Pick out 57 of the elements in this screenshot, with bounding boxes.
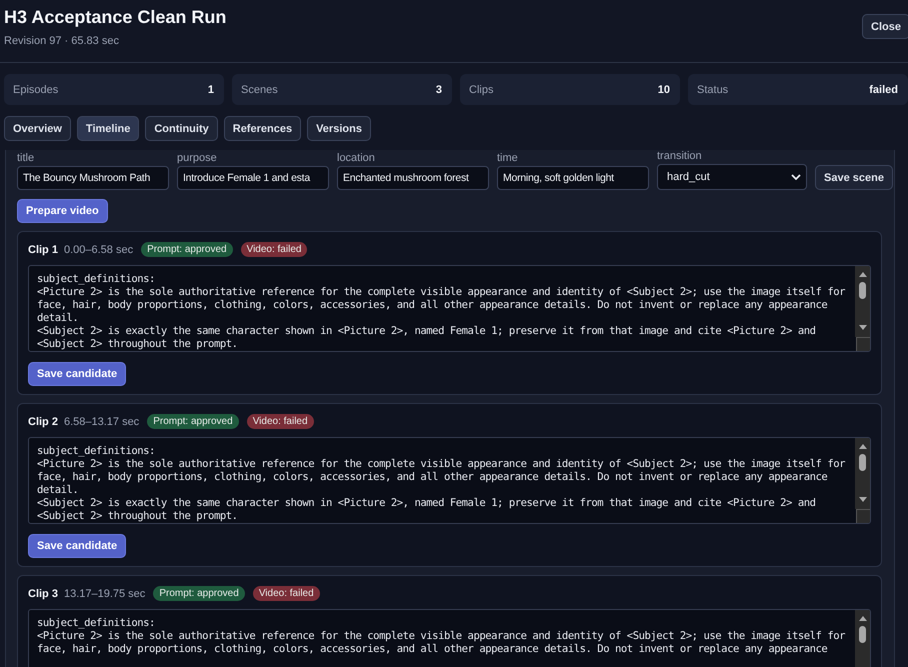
- prompt-textarea[interactable]: subject_definitions: <Picture 2> is the sole authoritative reference for the complete visible appearance and identity of <Subject 2>; use the image itself for face, hair, body proportions, clothing, colors, accessories, and all other appearance details. Do not invent or replace any appearance: [28, 609, 871, 667]
- scroll-up-icon: [858, 272, 866, 277]
- scrollbar[interactable]: [855, 266, 870, 337]
- stat-label: Scenes: [241, 84, 278, 96]
- stat-label: Status: [697, 84, 728, 96]
- field-label: location: [337, 152, 376, 164]
- clip-time: 13.17–19.75 sec: [64, 588, 146, 600]
- scroll-up-icon: [858, 444, 866, 449]
- chevron-down-icon: [791, 174, 801, 180]
- tab[interactable]: Versions: [307, 116, 371, 141]
- stat-value: 3: [436, 84, 442, 96]
- stat-label: Episodes: [13, 84, 58, 96]
- revision-info: Revision 97 · 65.83 sec: [4, 35, 120, 47]
- stat-label: Clips: [469, 84, 494, 96]
- tab[interactable]: Overview: [4, 116, 71, 141]
- scroll-thumb[interactable]: [859, 282, 866, 299]
- clip-title: Clip 2: [28, 416, 58, 428]
- text-field[interactable]: Introduce Female 1 and esta: [177, 166, 329, 190]
- text-field[interactable]: Enchanted mushroom forest: [337, 166, 489, 190]
- stat-value: 1: [208, 84, 214, 96]
- field-label: purpose: [177, 152, 218, 164]
- status-badge: Prompt: approved: [153, 586, 245, 601]
- text-field[interactable]: Morning, soft golden light: [497, 166, 649, 190]
- text-field[interactable]: The Bouncy Mushroom Path: [17, 166, 169, 190]
- tab[interactable]: Timeline: [76, 116, 140, 141]
- status-badge: Video: failed: [252, 586, 320, 601]
- scroll-up-icon: [858, 616, 866, 621]
- status-badge: Prompt: approved: [141, 242, 233, 257]
- field-label: time: [497, 152, 519, 164]
- save-candidate-button[interactable]: Save candidate: [28, 362, 126, 386]
- prompt-textarea[interactable]: subject_definitions: <Picture 2> is the sole authoritative reference for the complete visible appearance and identity of <Subject 2>; use the image itself for face, hair, body proportions, clothing, colors, accessories, and all other appearance details. Do not invent or replace any appearance detail. <Subject 2> is exactly the same character shown in <Picture 2>, named Female 1; preserve it from that image and cite <Picture 2> and <Subject 2> throughout the prompt.: [28, 265, 871, 352]
- field-label: transition: [657, 150, 703, 162]
- stat-value: 10: [658, 84, 670, 96]
- scrollbar[interactable]: [855, 610, 870, 667]
- close-button[interactable]: Close: [862, 14, 908, 39]
- status-badge: Prompt: approved: [147, 414, 239, 429]
- status-badge: Video: failed: [240, 242, 308, 257]
- scroll-thumb[interactable]: [859, 626, 866, 643]
- prompt-textarea[interactable]: subject_definitions: <Picture 2> is the sole authoritative reference for the complete visible appearance and identity of <Subject 2>; use the image itself for face, hair, body proportions, clothing, colors, accessories, and all other appearance details. Do not invent or replace any appearance detail. <Subject 2> is exactly the same character shown in <Picture 2>, named Female 1; preserve it from that image and cite <Picture 2> and <Subject 2> throughout the prompt.: [28, 437, 871, 524]
- clip-title: Clip 3: [28, 588, 58, 600]
- save-scene-button[interactable]: Save scene: [815, 165, 893, 190]
- clip-time: 6.58–13.17 sec: [64, 416, 140, 428]
- scrollbar[interactable]: [855, 438, 870, 509]
- clip-title: Clip 1: [28, 244, 58, 256]
- stat-value: failed: [869, 84, 898, 96]
- tab[interactable]: Continuity: [145, 116, 218, 141]
- scroll-down-icon: [858, 497, 866, 502]
- prepare-video-button[interactable]: Prepare video: [17, 199, 108, 223]
- scroll-thumb[interactable]: [859, 454, 866, 471]
- status-badge: Video: failed: [246, 414, 314, 429]
- clip-time: 0.00–6.58 sec: [64, 244, 134, 256]
- transition-dropdown[interactable]: hard_cut: [657, 164, 807, 190]
- tab[interactable]: References: [224, 116, 302, 141]
- scroll-down-icon: [858, 325, 866, 330]
- window-title: H3 Acceptance Clean Run: [4, 7, 226, 28]
- save-candidate-button[interactable]: Save candidate: [28, 534, 126, 558]
- field-label: title: [17, 152, 36, 164]
